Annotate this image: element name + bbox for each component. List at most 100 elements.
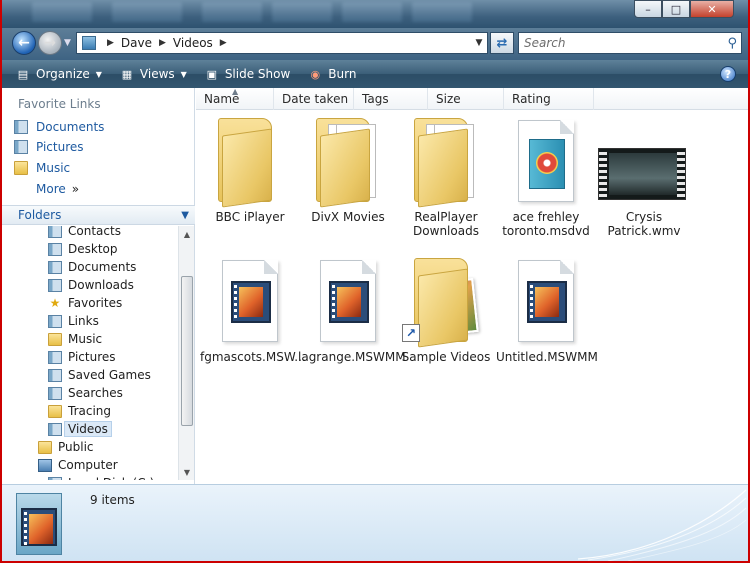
tree-node-label: Pictures: [68, 350, 116, 364]
back-button[interactable]: ←: [12, 31, 36, 55]
tree-node-downloads[interactable]: Downloads: [48, 276, 134, 294]
tree-node-videos[interactable]: Videos: [48, 420, 112, 438]
file-item[interactable]: ace frehley toronto.msdvd: [496, 114, 596, 238]
column-rating[interactable]: Rating: [504, 88, 594, 110]
videos-folder-icon: [16, 493, 62, 555]
tree-node-favorites[interactable]: ★ Favorites: [48, 294, 123, 312]
tree-node-links[interactable]: Links: [48, 312, 99, 330]
tree-node-documents[interactable]: Documents: [48, 258, 136, 276]
navigation-pane: Favorite Links Documents Pictures Music …: [2, 88, 195, 484]
breadcrumb-chevron-icon[interactable]: ▶: [220, 38, 227, 48]
help-button[interactable]: ?: [720, 66, 736, 82]
tree-node-public[interactable]: Public: [38, 438, 94, 456]
title-bar: – □ ✕: [2, 0, 748, 28]
documents-icon: [14, 120, 28, 134]
favorite-link-documents[interactable]: Documents: [14, 120, 104, 134]
breadcrumb-dave[interactable]: Dave: [121, 36, 152, 50]
favorite-link-label: Music: [36, 161, 71, 175]
library-icon: [48, 422, 62, 436]
scroll-down-icon[interactable]: ▼: [179, 464, 195, 480]
views-button[interactable]: ▦ Views ▼: [116, 63, 191, 85]
library-icon: [48, 242, 62, 256]
file-item[interactable]: fgmascots.MSW...: [200, 254, 306, 364]
slideshow-label: Slide Show: [224, 67, 291, 81]
refresh-button[interactable]: ⇄: [490, 32, 514, 54]
taskbar-blur: [202, 2, 262, 22]
more-label: More: [36, 182, 66, 196]
library-icon: [48, 260, 62, 274]
organize-label: Organize: [36, 67, 90, 81]
column-headers: ▲ Name Date taken Tags Size Rating: [196, 87, 748, 110]
file-item[interactable]: Untitled.MSWMM: [496, 254, 598, 364]
breadcrumb-videos[interactable]: Videos: [173, 36, 213, 50]
column-name[interactable]: ▲ Name: [196, 87, 274, 110]
column-size[interactable]: Size: [428, 88, 504, 110]
address-history-dropdown[interactable]: ▼: [471, 38, 487, 48]
views-icon: ▦: [121, 67, 133, 81]
tree-node-label: Tracing: [68, 404, 112, 418]
tree-scrollbar[interactable]: ▲ ▼: [178, 226, 194, 480]
chevron-down-icon: ▼: [180, 69, 187, 79]
burn-button[interactable]: ◉ Burn: [304, 63, 360, 85]
breadcrumb-chevron-icon[interactable]: ▶: [159, 38, 166, 48]
tree-node-label: Contacts: [68, 226, 121, 238]
file-item[interactable]: Crysis Patrick.wmv: [594, 114, 694, 238]
folder-icon: [396, 114, 496, 210]
file-name: ace frehley toronto.msdvd: [502, 210, 590, 238]
tree-node-pictures[interactable]: Pictures: [48, 348, 116, 366]
tree-node-saved-games[interactable]: Saved Games: [48, 366, 151, 384]
column-label: Rating: [512, 92, 551, 106]
item-count: 9 items: [90, 493, 135, 507]
forward-button[interactable]: →: [38, 31, 62, 55]
caption-buttons: – □ ✕: [634, 0, 734, 18]
minimize-button[interactable]: –: [634, 0, 662, 18]
organize-button[interactable]: ▤ Organize ▼: [12, 63, 106, 85]
address-bar[interactable]: ▶ Dave ▶ Videos ▶ ▼: [76, 32, 488, 54]
file-item[interactable]: ↗ Sample Videos: [396, 254, 496, 364]
library-icon: [48, 314, 62, 328]
tree-node-tracing[interactable]: Tracing: [48, 402, 111, 420]
maximize-button[interactable]: □: [662, 0, 690, 18]
search-box[interactable]: Search ⚲: [518, 32, 742, 54]
more-links[interactable]: More »: [36, 182, 79, 196]
tree-node-music[interactable]: Music: [48, 330, 102, 348]
slideshow-button[interactable]: ▣ Slide Show: [201, 63, 294, 85]
search-placeholder: Search: [524, 36, 566, 50]
scroll-up-icon[interactable]: ▲: [179, 226, 195, 242]
tree-node-searches[interactable]: Searches: [48, 384, 123, 402]
file-name: Crysis Patrick.wmv: [607, 210, 681, 238]
search-icon[interactable]: ⚲: [727, 36, 737, 51]
taskbar-blur: [412, 2, 472, 22]
file-item[interactable]: lagrange.MSWMM: [298, 254, 406, 364]
taskbar-blur: [112, 2, 182, 22]
scrollbar-thumb[interactable]: [181, 276, 193, 426]
file-item[interactable]: BBC iPlayer: [200, 114, 300, 224]
explorer-window: – □ ✕ ← → ▼ ▶ Dave ▶ Videos ▶ ▼ ⇄ Search…: [2, 0, 748, 561]
folder-icon: [48, 404, 62, 418]
breadcrumb-chevron-icon[interactable]: ▶: [107, 38, 114, 48]
close-button[interactable]: ✕: [690, 0, 734, 18]
tree-node-contacts[interactable]: Contacts: [48, 226, 121, 240]
tree-node-desktop[interactable]: Desktop: [48, 240, 118, 258]
favorite-link-music[interactable]: Music: [14, 161, 70, 175]
library-icon: [48, 476, 62, 480]
favorite-link-pictures[interactable]: Pictures: [14, 140, 84, 154]
tree-node-local-disk-c[interactable]: Local Disk (C:): [48, 474, 154, 480]
recent-pages-dropdown[interactable]: ▼: [64, 38, 71, 48]
refresh-icon: ⇄: [496, 35, 508, 51]
tree-node-label: Local Disk (C:): [68, 476, 154, 480]
address-row: ← → ▼ ▶ Dave ▶ Videos ▶ ▼ ⇄ Search ⚲: [2, 28, 748, 60]
computer-icon: [38, 458, 52, 472]
back-arrow-icon: ←: [18, 35, 30, 51]
column-tags[interactable]: Tags: [354, 88, 428, 110]
file-item[interactable]: DivX Movies: [298, 114, 398, 224]
file-name: lagrange.MSWMM: [298, 350, 406, 364]
tree-node-computer[interactable]: Computer: [38, 456, 118, 474]
movie-maker-project-icon: [298, 254, 398, 350]
column-date-taken[interactable]: Date taken: [274, 88, 354, 110]
tree-node-label: Saved Games: [68, 368, 151, 382]
folders-header[interactable]: Folders ▼: [2, 205, 195, 225]
file-item[interactable]: RealPlayer Downloads: [396, 114, 496, 238]
library-icon: [48, 350, 62, 364]
forward-arrow-icon: →: [44, 35, 56, 51]
